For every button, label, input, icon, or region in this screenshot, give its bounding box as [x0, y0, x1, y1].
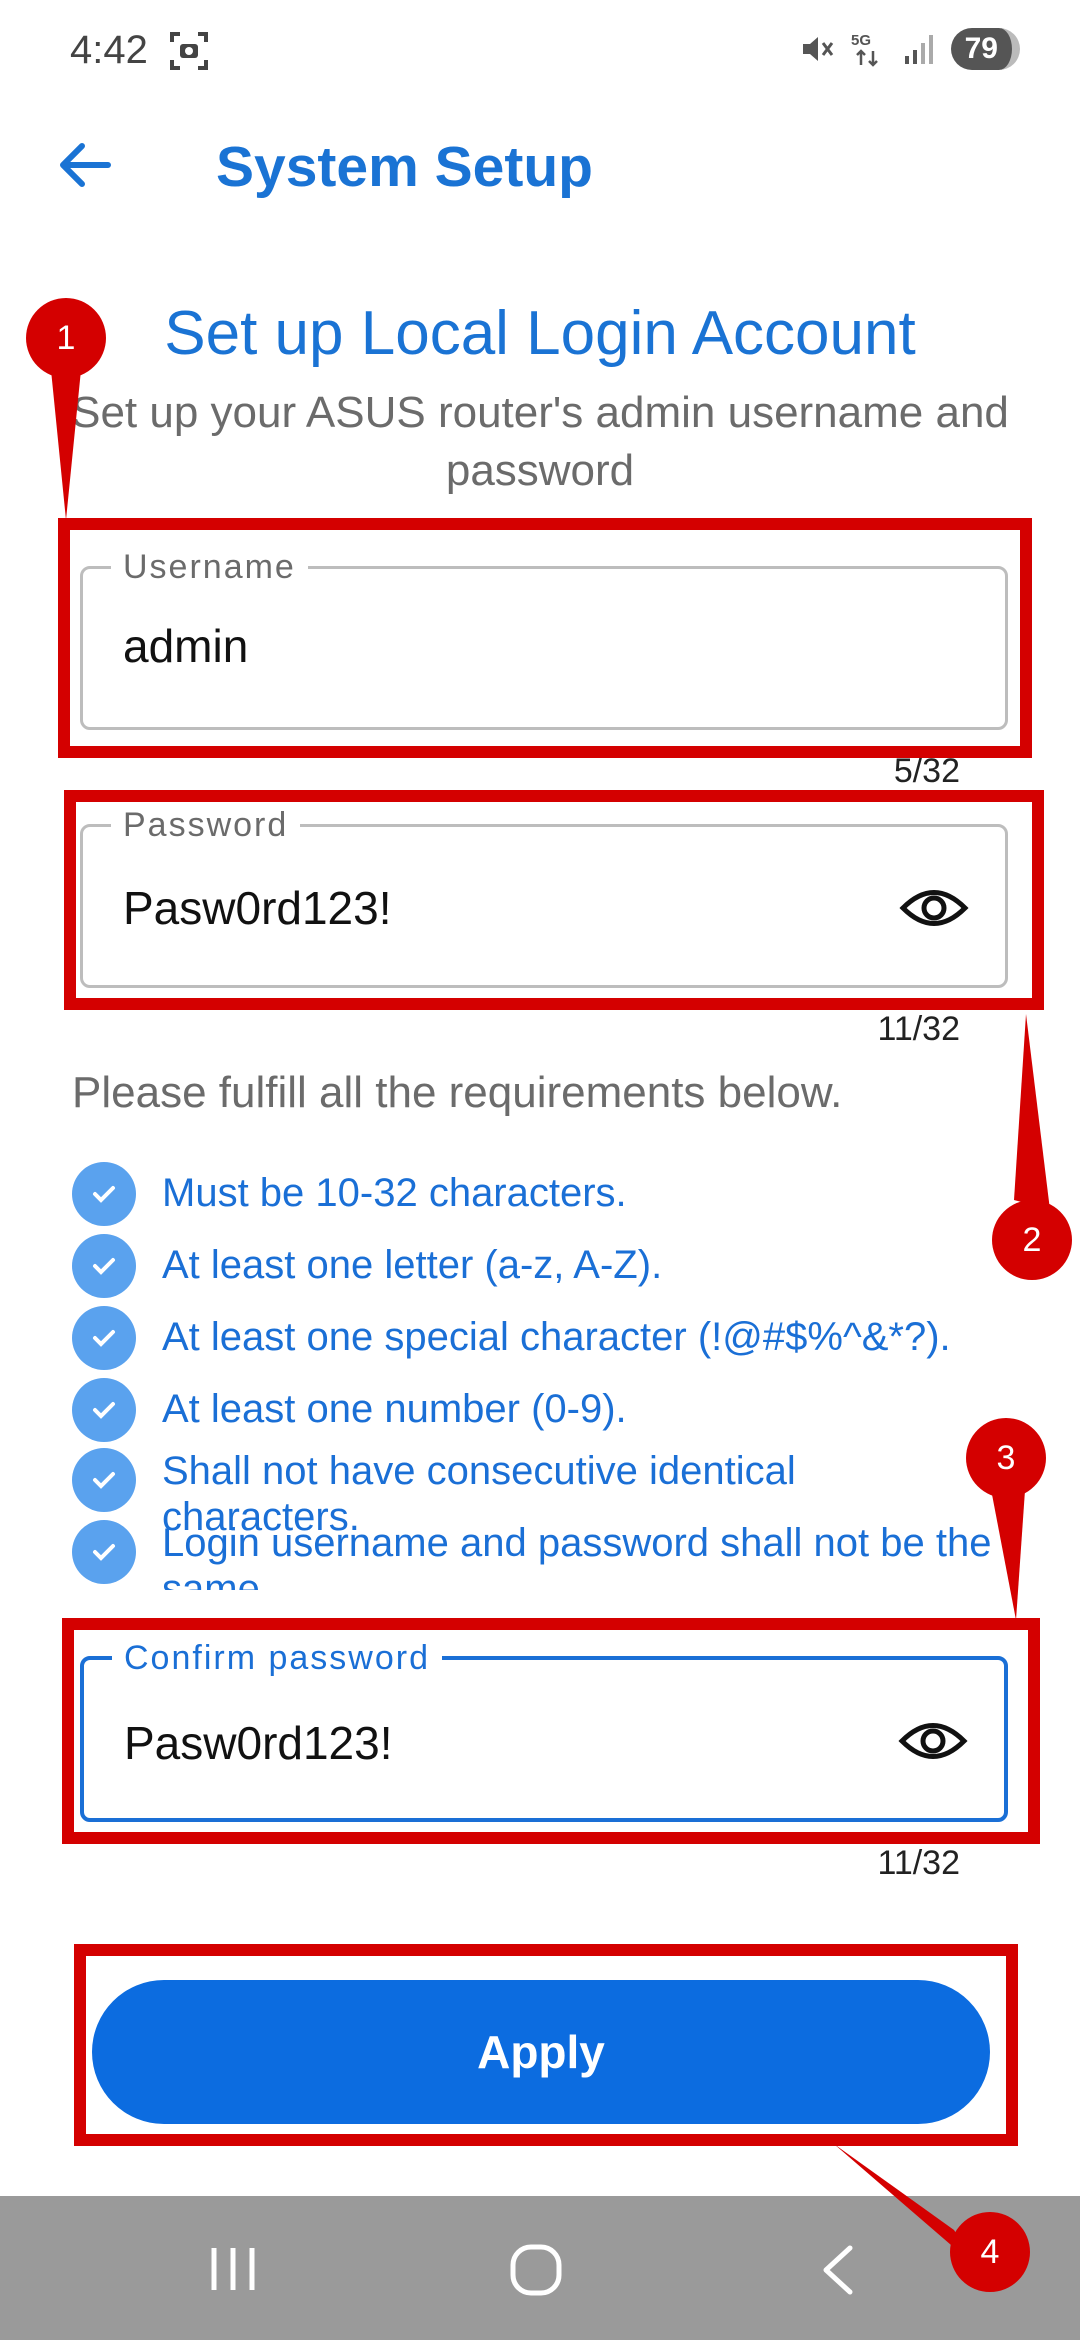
annotation-badge-4: 4 — [950, 2212, 1030, 2292]
annotation-badge-3: 3 — [966, 1418, 1046, 1498]
annotation-pointers — [50, 360, 1050, 2270]
annotation-badge-2: 2 — [992, 1200, 1072, 1280]
annotation-badge-1: 1 — [26, 298, 106, 378]
